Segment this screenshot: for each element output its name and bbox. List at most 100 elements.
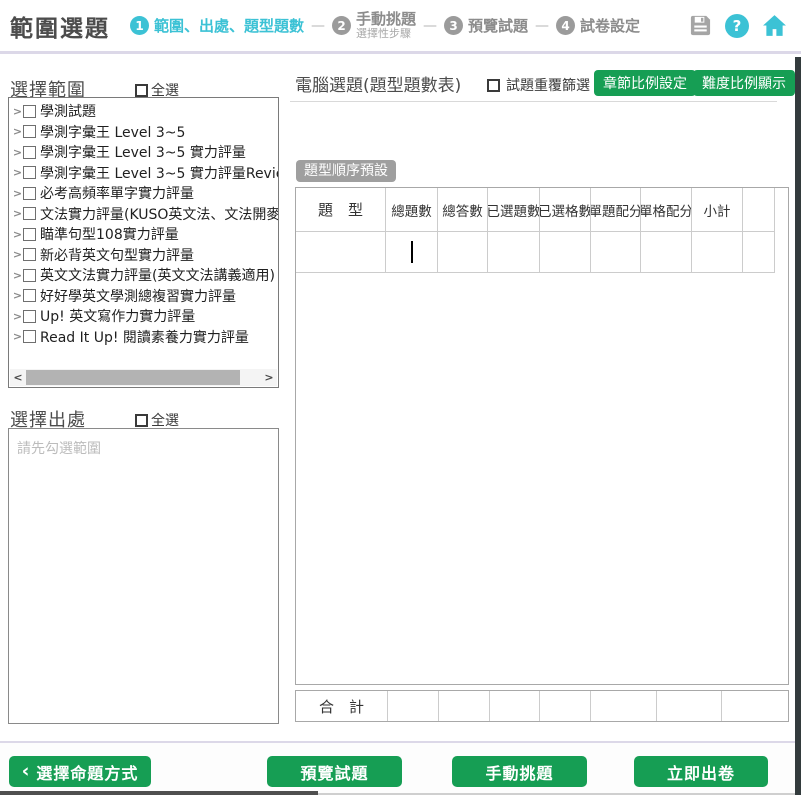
step-separator: — bbox=[535, 18, 549, 34]
expand-chevron-icon[interactable]: > bbox=[12, 248, 23, 261]
duplicate-filter-label: 試題重覆篩選 bbox=[506, 75, 590, 95]
range-item-label: 好好學英文學測總複習實力評量 bbox=[40, 286, 236, 306]
window-bottom-edge bbox=[0, 791, 318, 795]
preview-questions-button[interactable]: 預覽試題 bbox=[267, 756, 402, 787]
range-item-checkbox[interactable] bbox=[23, 105, 36, 118]
expand-chevron-icon[interactable]: > bbox=[12, 310, 23, 323]
range-item-label: 學測字彙王 Level 3~5 實力評量Review bbox=[40, 163, 278, 183]
range-tree-item[interactable]: > Up! 英文寫作力實力評量 bbox=[9, 306, 278, 327]
range-tree-item[interactable]: > 好好學英文學測總複習實力評量 bbox=[9, 286, 278, 307]
step-4-paper-settings[interactable]: 4 試卷設定 bbox=[556, 15, 640, 36]
expand-chevron-icon[interactable]: > bbox=[12, 330, 23, 343]
range-tree-item[interactable]: > 英文文法實力評量(英文文法講義適用) bbox=[9, 265, 278, 286]
range-tree-item[interactable]: > Read It Up! 閱讀素養力實力評量 bbox=[9, 327, 278, 348]
expand-chevron-icon[interactable]: > bbox=[12, 166, 23, 179]
col-header-total-answers: 總答數 bbox=[438, 188, 488, 232]
totals-row: 合 計 bbox=[295, 690, 789, 722]
text-caret bbox=[411, 241, 413, 263]
expand-chevron-icon[interactable]: > bbox=[12, 269, 23, 282]
back-button-label: 選擇命題方式 bbox=[36, 760, 138, 784]
save-icon[interactable] bbox=[689, 14, 712, 37]
expand-chevron-icon[interactable]: > bbox=[12, 289, 23, 302]
total-questions-input-cell[interactable] bbox=[386, 232, 438, 273]
blank-cell bbox=[743, 232, 775, 273]
home-icon[interactable] bbox=[762, 14, 787, 37]
col-header-total-questions: 總題數 bbox=[386, 188, 438, 232]
expand-chevron-icon[interactable]: > bbox=[12, 207, 23, 220]
generate-paper-button[interactable]: 立即出卷 bbox=[634, 756, 768, 787]
range-item-checkbox[interactable] bbox=[23, 248, 36, 261]
range-item-checkbox[interactable] bbox=[23, 289, 36, 302]
range-item-checkbox[interactable] bbox=[23, 207, 36, 220]
step-separator: — bbox=[311, 18, 325, 34]
subtotal-cell[interactable] bbox=[692, 232, 743, 273]
chapter-ratio-button[interactable]: 章節比例設定 bbox=[594, 70, 696, 96]
range-item-checkbox[interactable] bbox=[23, 187, 36, 200]
step-3-preview[interactable]: 3 預覽試題 bbox=[444, 15, 528, 36]
step-indicator: 1 範圍、出處、題型題數 — 2 手動挑題 選擇性步驟 — 3 預覽試題 — 4… bbox=[130, 11, 640, 40]
col-header-points-per-cell: 單格配分 bbox=[641, 188, 692, 232]
question-type-table: 題 型 總題數 總答數 已選題數 已選格數 單題配分 單格配分 小計 bbox=[295, 187, 789, 685]
range-item-checkbox[interactable] bbox=[23, 330, 36, 343]
selected-cells-cell[interactable] bbox=[540, 232, 591, 273]
page-title: 範圍選題 bbox=[10, 9, 110, 43]
range-tree-item[interactable]: > 學測試題 bbox=[9, 101, 278, 122]
col-header-selected-questions: 已選題數 bbox=[488, 188, 540, 232]
range-item-checkbox[interactable] bbox=[23, 166, 36, 179]
total-answers-cell[interactable] bbox=[438, 232, 488, 273]
step-1-badge: 1 bbox=[130, 16, 149, 35]
range-tree-item[interactable]: > 文法實力評量(KUSO英文法、文法開麥拉 bbox=[9, 204, 278, 225]
step-4-badge: 4 bbox=[556, 16, 575, 35]
question-order-default-badge[interactable]: 題型順序預設 bbox=[296, 160, 396, 182]
range-tree-item[interactable]: > 學測字彙王 Level 3~5 實力評量Review bbox=[9, 163, 278, 184]
range-tree-panel: > 學測試題 > 學測字彙王 Level 3~5 > 學測字彙王 Level 3… bbox=[8, 97, 279, 388]
range-tree-item[interactable]: > 學測字彙王 Level 3~5 bbox=[9, 122, 278, 143]
step-1-range[interactable]: 1 範圍、出處、題型題數 bbox=[130, 15, 304, 36]
exam-builder-screen: 範圍選題 1 範圍、出處、題型題數 — 2 手動挑題 選擇性步驟 — 3 預覽試… bbox=[0, 0, 801, 795]
question-type-cell[interactable] bbox=[296, 232, 386, 273]
range-item-checkbox[interactable] bbox=[23, 146, 36, 159]
step-4-label: 試卷設定 bbox=[580, 15, 640, 36]
range-select-all-checkbox[interactable] bbox=[135, 84, 148, 97]
expand-chevron-icon[interactable]: > bbox=[12, 228, 23, 241]
col-header-subtotal: 小計 bbox=[692, 188, 743, 232]
page-scrollbar[interactable] bbox=[795, 57, 801, 795]
table-data-row bbox=[296, 232, 788, 273]
difficulty-ratio-button[interactable]: 難度比例顯示 bbox=[693, 70, 795, 96]
range-item-label: 新必背英文句型實力評量 bbox=[40, 245, 194, 265]
points-per-cell-cell[interactable] bbox=[641, 232, 692, 273]
range-tree-item[interactable]: > 新必背英文句型實力評量 bbox=[9, 245, 278, 266]
range-item-checkbox[interactable] bbox=[23, 228, 36, 241]
range-item-checkbox[interactable] bbox=[23, 125, 36, 138]
range-tree-item[interactable]: > 必考高頻率單字實力評量 bbox=[9, 183, 278, 204]
footer-bar: ‹ 選擇命題方式 預覽試題 手動挑題 立即出卷 bbox=[0, 741, 801, 795]
scrollbar-thumb[interactable] bbox=[26, 370, 240, 385]
col-header-blank bbox=[743, 188, 775, 232]
manual-pick-button[interactable]: 手動挑題 bbox=[452, 756, 587, 787]
range-item-label: 瞄準句型108實力評量 bbox=[40, 224, 179, 244]
col-header-selected-cells: 已選格數 bbox=[540, 188, 591, 232]
duplicate-filter-checkbox[interactable] bbox=[487, 79, 500, 92]
source-select-all-checkbox[interactable] bbox=[135, 414, 148, 427]
selected-questions-cell[interactable] bbox=[488, 232, 540, 273]
expand-chevron-icon[interactable]: > bbox=[12, 146, 23, 159]
totals-cell bbox=[490, 691, 540, 721]
step-separator: — bbox=[423, 18, 437, 34]
points-per-question-cell[interactable] bbox=[591, 232, 641, 273]
range-tree-item[interactable]: > 瞄準句型108實力評量 bbox=[9, 224, 278, 245]
range-item-label: 英文文法實力評量(英文文法講義適用) bbox=[40, 265, 275, 285]
step-2-manual-pick[interactable]: 2 手動挑題 選擇性步驟 bbox=[332, 11, 416, 40]
help-icon[interactable]: ? bbox=[725, 14, 749, 38]
scroll-right-icon[interactable]: > bbox=[261, 371, 277, 384]
expand-chevron-icon[interactable]: > bbox=[12, 187, 23, 200]
expand-chevron-icon[interactable]: > bbox=[12, 125, 23, 138]
back-to-method-button[interactable]: ‹ 選擇命題方式 bbox=[9, 756, 151, 787]
totals-cell bbox=[439, 691, 490, 721]
range-item-label: Read It Up! 閱讀素養力實力評量 bbox=[40, 327, 249, 347]
range-tree-item[interactable]: > 學測字彙王 Level 3~5 實力評量 bbox=[9, 142, 278, 163]
range-item-checkbox[interactable] bbox=[23, 269, 36, 282]
expand-chevron-icon[interactable]: > bbox=[12, 105, 23, 118]
totals-cell bbox=[722, 691, 788, 721]
scroll-left-icon[interactable]: < bbox=[10, 371, 26, 384]
range-item-checkbox[interactable] bbox=[23, 310, 36, 323]
